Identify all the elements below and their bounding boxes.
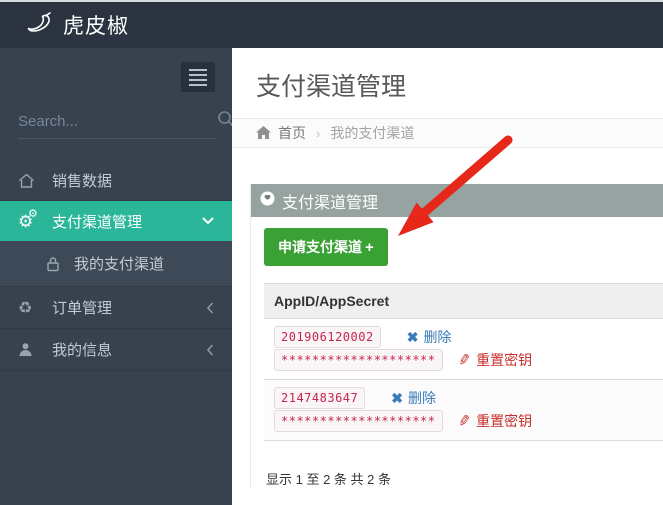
app-secret-mask: ******************** xyxy=(274,410,443,432)
topbar: 虎皮椒 xyxy=(0,2,663,48)
pencil-icon: ✎ xyxy=(456,350,472,370)
search-input[interactable] xyxy=(18,113,217,130)
sidebar-item-label: 销售数据 xyxy=(52,170,112,191)
sidebar-menu: 销售数据 ⚙ ⚙ 支付渠道管理 xyxy=(0,161,232,371)
main-content: 支付渠道管理 首页 › 我的支付渠道 支付渠道管理 xyxy=(232,48,663,505)
sidebar-item-label: 支付渠道管理 xyxy=(52,211,142,232)
breadcrumb-separator: › xyxy=(316,126,320,141)
table-header: AppID/AppSecret xyxy=(264,283,663,319)
sidebar-item-my-info[interactable]: 我的信息 xyxy=(0,329,232,371)
recycle-icon: ♻ xyxy=(18,298,44,318)
channel-panel: 支付渠道管理 申请支付渠道+ AppID/AppSecret 201906120… xyxy=(250,184,663,488)
brand-logo[interactable]: 虎皮椒 xyxy=(26,10,129,40)
breadcrumb-current: 我的支付渠道 xyxy=(330,123,414,143)
channels-table: AppID/AppSecret 201906120002 ✖ 删除 ******… xyxy=(264,283,663,441)
lock-icon xyxy=(46,256,68,272)
brand-title: 虎皮椒 xyxy=(63,10,129,40)
reset-secret-link[interactable]: ✎ 重置密钥 xyxy=(458,411,533,431)
user-icon xyxy=(18,342,44,357)
plus-icon: + xyxy=(365,239,374,256)
pagination-summary: 显示 1 至 2 条 共 2 条 xyxy=(266,469,663,488)
pencil-icon: ✎ xyxy=(456,411,472,431)
delete-link[interactable]: ✖ 删除 xyxy=(407,327,452,347)
breadcrumb: 首页 › 我的支付渠道 xyxy=(232,118,663,148)
chili-pepper-icon xyxy=(26,11,54,40)
gears-icon: ⚙ ⚙ xyxy=(18,213,44,230)
home-icon xyxy=(18,173,44,189)
sidebar-item-payment-channels[interactable]: ⚙ ⚙ 支付渠道管理 xyxy=(0,201,232,241)
app-id-value: 201906120002 xyxy=(274,326,381,348)
page: 虎皮椒 销售数据 xyxy=(0,0,663,505)
apply-channel-button[interactable]: 申请支付渠道+ xyxy=(264,228,388,266)
sidebar-item-label: 我的信息 xyxy=(52,339,112,360)
delete-x-icon: ✖ xyxy=(407,329,419,346)
panel-body: 申请支付渠道+ AppID/AppSecret 201906120002 ✖ 删… xyxy=(251,217,663,488)
table-row: 201906120002 ✖ 删除 ******************** ✎… xyxy=(264,319,663,380)
reset-secret-link[interactable]: ✎ 重置密钥 xyxy=(458,350,533,370)
sidebar-subitem-my-channels[interactable]: 我的支付渠道 xyxy=(0,241,232,287)
chevron-left-icon xyxy=(206,344,214,356)
page-title: 支付渠道管理 xyxy=(256,72,663,102)
delete-link[interactable]: ✖ 删除 xyxy=(391,388,436,408)
app-secret-mask: ******************** xyxy=(274,349,443,371)
table-row: 2147483647 ✖ 删除 ******************** ✎ 重… xyxy=(264,380,663,441)
sidebar-item-label: 我的支付渠道 xyxy=(74,253,164,274)
panel-title: 支付渠道管理 xyxy=(282,189,378,213)
sidebar-search xyxy=(18,110,216,139)
sidebar-item-sales-data[interactable]: 销售数据 xyxy=(0,161,232,201)
sidebar-item-label: 订单管理 xyxy=(52,297,112,318)
sidebar-toggle-button[interactable] xyxy=(181,62,215,92)
sidebar-item-orders[interactable]: ♻ 订单管理 xyxy=(0,287,232,329)
delete-x-icon: ✖ xyxy=(391,390,403,407)
circle-marker-icon xyxy=(260,191,275,211)
chevron-down-icon xyxy=(202,217,214,225)
sidebar: 销售数据 ⚙ ⚙ 支付渠道管理 xyxy=(0,48,232,505)
chevron-left-icon xyxy=(206,302,214,314)
breadcrumb-home-icon xyxy=(256,126,271,140)
breadcrumb-home-link[interactable]: 首页 xyxy=(278,123,306,143)
app-id-value: 2147483647 xyxy=(274,387,365,409)
panel-header: 支付渠道管理 xyxy=(251,184,663,217)
